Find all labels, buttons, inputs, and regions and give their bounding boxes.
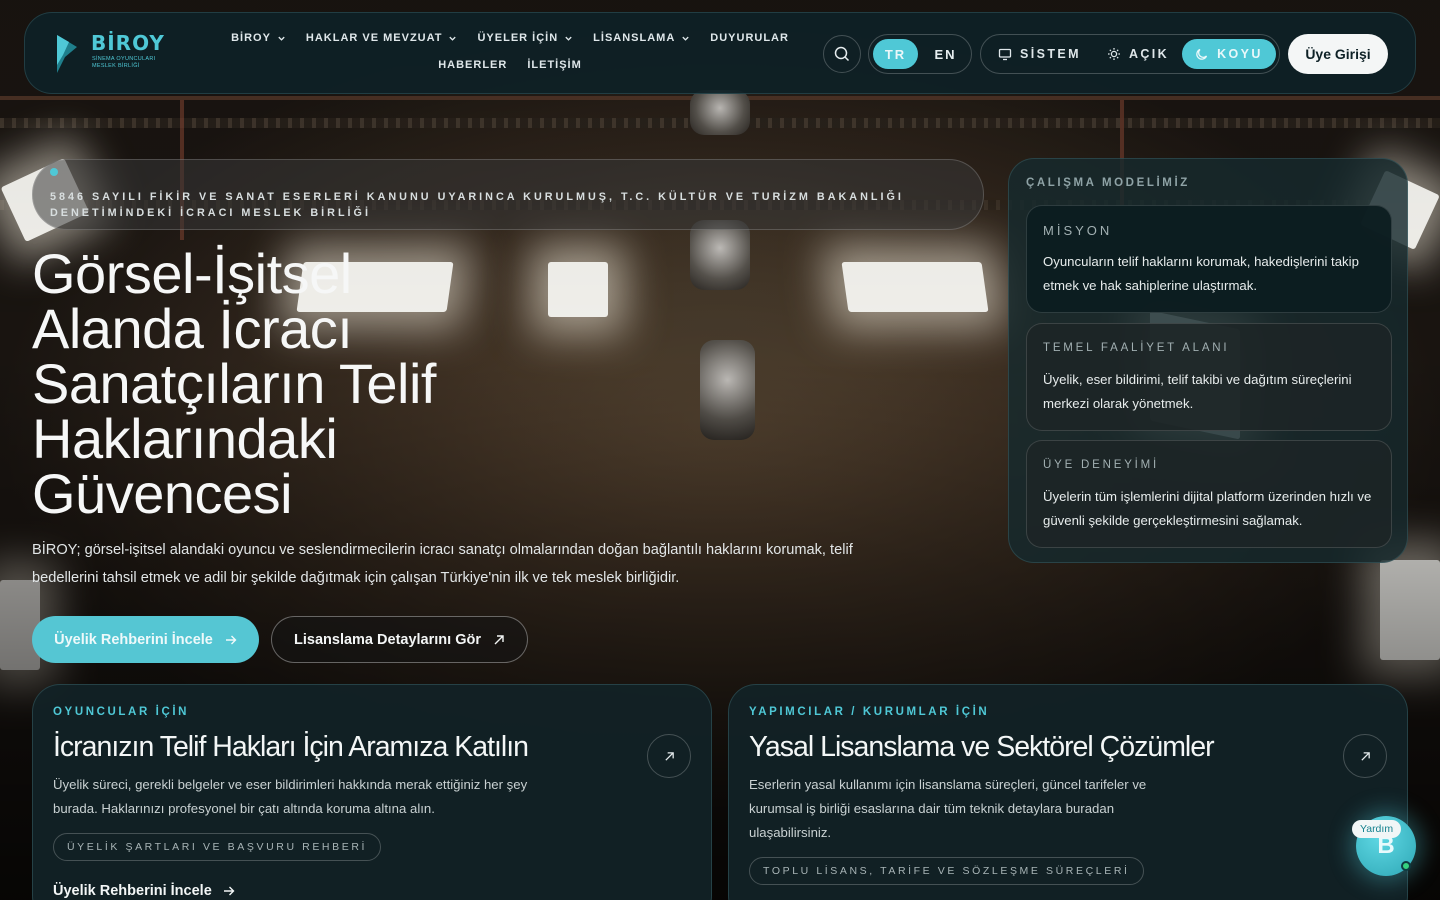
nav-item-biroy[interactable]: BİROY bbox=[221, 31, 296, 45]
chevron-down-icon bbox=[682, 36, 689, 41]
card-eyebrow: OYUNCULAR İÇİN bbox=[53, 706, 190, 718]
membership-guide-link[interactable]: Üyelik Rehberini İncele bbox=[53, 883, 235, 899]
logo-subtitle: SİNEMA OYUNCULARI MESLEK BİRLİĞİ bbox=[92, 56, 156, 69]
nav-item-label: DUYURULAR bbox=[710, 32, 789, 44]
theme-option-light[interactable]: AÇIK bbox=[1094, 39, 1182, 69]
nav-item-label: ÜYELER İÇİN bbox=[477, 32, 559, 44]
card-description: Üyelik süreci, gerekli belgeler ve eser … bbox=[53, 777, 528, 816]
card-open-button[interactable] bbox=[647, 734, 691, 778]
card-eyebrow: YAPIMCILAR / KURUMLAR İÇİN bbox=[749, 706, 990, 718]
producers-card[interactable]: YAPIMCILAR / KURUMLAR İÇİN Yasal Lisansl… bbox=[728, 684, 1408, 900]
membership-guide-button[interactable]: Üyelik Rehberini İncele bbox=[32, 616, 259, 663]
card-text: Üyelik, eser bildirimi, telif takibi ve … bbox=[1043, 372, 1352, 411]
chevron-down-icon bbox=[278, 36, 285, 41]
nav-item-uyeler-icin[interactable]: ÜYELER İÇİN bbox=[467, 31, 583, 45]
hero-title: Görsel-İşitsel Alanda İcracı Sanatçıları… bbox=[32, 242, 436, 525]
lang-option-en[interactable]: EN bbox=[924, 39, 967, 69]
card-title: TEMEL FAALİYET ALANI bbox=[1043, 342, 1230, 354]
nav-item-haberler[interactable]: HABERLER bbox=[428, 58, 517, 72]
lang-option-tr[interactable]: TR bbox=[873, 39, 918, 69]
card-text: Oyuncuların telif haklarını korumak, hak… bbox=[1043, 254, 1359, 293]
logo-wordmark: BİROY bbox=[91, 31, 165, 55]
nav-item-iletisim[interactable]: İLETİŞİM bbox=[517, 58, 591, 72]
nav-item-label: HABERLER bbox=[438, 59, 508, 71]
help-label: Yardım bbox=[1352, 820, 1402, 838]
core-activity-card: TEMEL FAALİYET ALANI Üyelik, eser bildir… bbox=[1026, 323, 1392, 431]
chevron-down-icon bbox=[565, 36, 572, 41]
chevron-down-icon bbox=[449, 36, 457, 41]
nav-item-haklar-ve-mevzuat[interactable]: HAKLAR VE MEVZUAT bbox=[296, 31, 468, 45]
card-title: İcranızın Telif Hakları İçin Aramıza Kat… bbox=[53, 731, 529, 763]
hero-description: BİROY; görsel-işitsel alandaki oyuncu ve… bbox=[32, 542, 853, 586]
theme-option-label: KOYU bbox=[1217, 47, 1263, 61]
card-open-button[interactable] bbox=[1343, 734, 1387, 778]
nav-item-label: BİROY bbox=[231, 32, 271, 44]
card-title: ÜYE DENEYİMİ bbox=[1043, 459, 1160, 471]
nav-item-lisanslama[interactable]: LİSANSLAMA bbox=[583, 31, 700, 45]
legal-status-badge: 5846 SAYILI FİKİR VE SANAT ESERLERİ KANU… bbox=[32, 159, 984, 230]
member-login-button[interactable]: Üye Girişi bbox=[1288, 34, 1388, 74]
nav-item-label: HAKLAR VE MEVZUAT bbox=[305, 32, 443, 44]
card-tag: TOPLU LİSANS, TARİFE VE SÖZLEŞME SÜREÇLE… bbox=[749, 857, 1144, 885]
button-label: Üyelik Rehberini İncele bbox=[54, 631, 213, 648]
language-switcher: TR EN bbox=[868, 34, 972, 74]
site-header: BİROY SİNEMA OYUNCULARI MESLEK BİRLİĞİ B… bbox=[24, 12, 1416, 94]
nav-item-label: LİSANSLAMA bbox=[593, 32, 676, 44]
monitor-icon bbox=[998, 48, 1012, 61]
arrow-right-icon bbox=[225, 635, 237, 644]
licensing-details-button[interactable]: Lisanslama Detaylarını Gör bbox=[271, 616, 528, 663]
card-description: Eserlerin yasal kullanımı için lisanslam… bbox=[749, 777, 1147, 840]
theme-option-dark[interactable]: KOYU bbox=[1182, 39, 1276, 69]
online-status-dot bbox=[1401, 861, 1411, 871]
sun-icon bbox=[1107, 48, 1120, 60]
theme-option-system[interactable]: SİSTEM bbox=[985, 39, 1094, 69]
link-label: Üyelik Rehberini İncele bbox=[53, 883, 212, 899]
arrow-up-right-icon bbox=[494, 634, 504, 644]
card-tag: ÜYELİK ŞARTLARI VE BAŞVURU REHBERİ bbox=[53, 833, 382, 861]
member-experience-card: ÜYE DENEYİMİ Üyelerin tüm işlemlerini di… bbox=[1026, 440, 1392, 548]
search-icon bbox=[834, 46, 850, 62]
logo-mark-icon bbox=[57, 35, 77, 73]
nav-item-duyurular[interactable]: DUYURULAR bbox=[700, 31, 799, 45]
biroy-logo[interactable]: BİROY SİNEMA OYUNCULARI MESLEK BİRLİĞİ bbox=[55, 31, 185, 75]
status-dot bbox=[50, 168, 58, 176]
badge-text: 5846 SAYILI FİKİR VE SANAT ESERLERİ KANU… bbox=[50, 191, 904, 219]
panel-heading: ÇALIŞMA MODELİMİZ bbox=[1026, 177, 1190, 189]
card-title: Yasal Lisanslama ve Sektörel Çözümler bbox=[749, 731, 1215, 763]
mission-card: MİSYON Oyuncuların telif haklarını korum… bbox=[1026, 205, 1392, 313]
nav-row-secondary: HABERLER İLETİŞİM bbox=[225, 58, 795, 72]
moon-icon bbox=[1196, 48, 1208, 60]
search-button[interactable] bbox=[823, 35, 861, 73]
theme-option-label: AÇIK bbox=[1128, 47, 1170, 61]
button-label: Lisanslama Detaylarını Gör bbox=[294, 631, 481, 648]
nav-item-label: İLETİŞİM bbox=[527, 59, 582, 71]
main-nav: BİROY HAKLAR VE MEVZUAT ÜYELER İÇİN LİSA… bbox=[225, 31, 795, 72]
card-title: MİSYON bbox=[1043, 223, 1113, 238]
nav-row-primary: BİROY HAKLAR VE MEVZUAT ÜYELER İÇİN LİSA… bbox=[225, 31, 795, 45]
arrow-up-right-icon bbox=[1360, 751, 1370, 761]
arrow-up-right-icon bbox=[664, 751, 674, 761]
working-model-panel: ÇALIŞMA MODELİMİZ MİSYON Oyuncuların tel… bbox=[1008, 158, 1408, 563]
arrow-right-icon bbox=[223, 886, 235, 896]
actors-card[interactable]: OYUNCULAR İÇİN İcranızın Telif Hakları İ… bbox=[32, 684, 712, 900]
theme-option-label: SİSTEM bbox=[1020, 47, 1081, 61]
theme-switcher: SİSTEM AÇIK KOYU bbox=[980, 34, 1280, 74]
card-text: Üyelerin tüm işlemlerini dijital platfor… bbox=[1043, 489, 1372, 528]
